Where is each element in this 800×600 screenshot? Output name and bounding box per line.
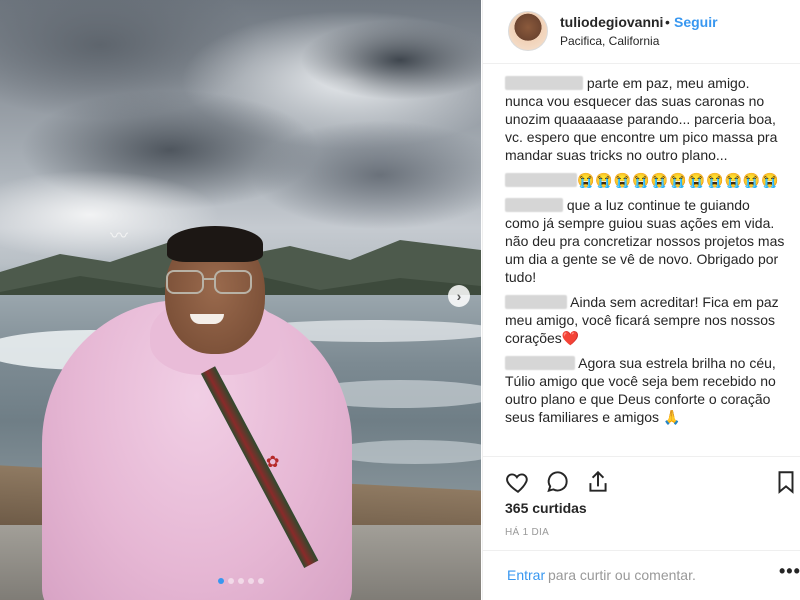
post-sidebar: tuliodegiovanni • Seguir Pacifica, Calif… <box>482 0 800 600</box>
comment-icon[interactable] <box>545 469 571 495</box>
post-photo[interactable]: 〰 ✿ › <box>0 0 481 600</box>
carousel-dot <box>238 578 244 584</box>
avatar[interactable] <box>508 11 548 51</box>
glasses <box>166 270 256 296</box>
separator: • <box>665 14 670 30</box>
carousel-dot <box>228 578 234 584</box>
likes-count[interactable]: 365 curtidas <box>505 500 587 516</box>
bird-icon: 〰 <box>110 226 128 246</box>
comments-list[interactable]: parte em paz, meu amigo. nunca vou esque… <box>483 64 800 456</box>
blurred-username <box>505 76 583 90</box>
smile <box>190 314 224 324</box>
location-link[interactable]: Pacifica, California <box>560 34 659 48</box>
cloud <box>250 120 481 230</box>
blurred-username <box>505 295 567 309</box>
carousel-dot <box>258 578 264 584</box>
comment: que a luz continue te guiando como já se… <box>505 196 785 286</box>
bookmark-icon[interactable] <box>773 469 799 495</box>
add-comment-bar: Entrar para curtir ou comentar. ••• <box>483 550 800 600</box>
share-icon[interactable] <box>585 469 611 495</box>
comment-text: parte em paz, meu amigo. <box>583 75 750 91</box>
blurred-username <box>505 356 575 370</box>
comment: Agora sua estrela brilha no céu, Túlio a… <box>505 354 785 426</box>
rose-icon: ✿ <box>266 454 280 471</box>
carousel-dot <box>218 578 224 584</box>
comment: parte em paz, meu amigo. nunca vou esque… <box>505 74 785 164</box>
blurred-username <box>505 173 577 187</box>
post-time: HÁ 1 DIA <box>505 527 550 538</box>
post-header: tuliodegiovanni • Seguir Pacifica, Calif… <box>483 0 800 64</box>
comment-text: 😭😭😭😭😭😭😭😭😭😭😭 <box>577 172 780 188</box>
comment: 😭😭😭😭😭😭😭😭😭😭😭 <box>505 171 785 189</box>
comment-text: nunca vou esquecer das suas caronas no u… <box>505 93 778 163</box>
carousel-next-button[interactable]: › <box>448 285 470 307</box>
comment: Ainda sem acreditar! Fica em paz meu ami… <box>505 293 785 347</box>
person-hair <box>167 226 263 262</box>
carousel-dot <box>248 578 254 584</box>
heart-icon[interactable] <box>505 469 531 495</box>
carousel-dots <box>218 578 264 584</box>
blurred-username <box>505 198 563 212</box>
username-link[interactable]: tuliodegiovanni <box>560 14 663 30</box>
more-options-icon[interactable]: ••• <box>779 561 800 582</box>
login-link[interactable]: Entrar <box>507 567 545 583</box>
login-prompt-text: para curtir ou comentar. <box>548 567 696 583</box>
follow-button[interactable]: Seguir <box>674 14 718 30</box>
